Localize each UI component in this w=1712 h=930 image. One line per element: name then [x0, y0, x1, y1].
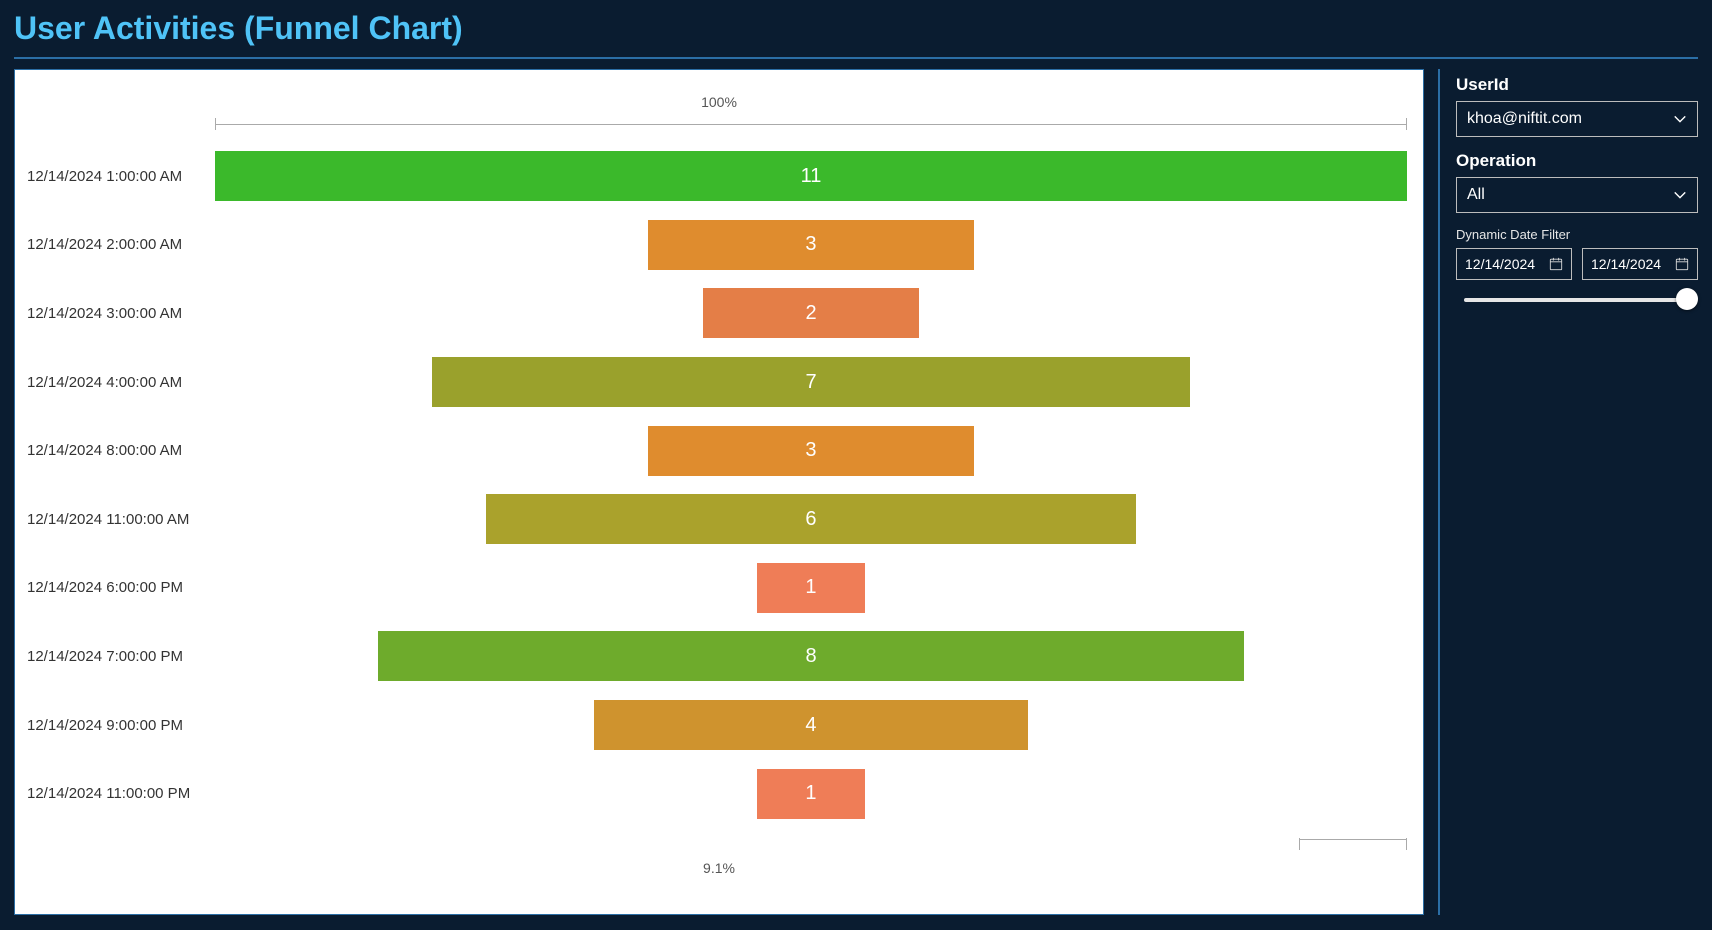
funnel-bar-value: 6 [805, 508, 816, 531]
date-range-slider[interactable] [1456, 286, 1698, 314]
funnel-row-track: 1 [215, 769, 1407, 819]
funnel-bar-value: 7 [805, 371, 816, 394]
date-to-input[interactable]: 12/14/2024 [1582, 248, 1698, 280]
funnel-row-label: 12/14/2024 8:00:00 AM [15, 442, 215, 459]
funnel-row-label: 12/14/2024 2:00:00 AM [15, 236, 215, 253]
funnel-row: 12/14/2024 2:00:00 AM 3 [15, 218, 1407, 272]
funnel-row: 12/14/2024 8:00:00 AM 3 [15, 424, 1407, 478]
page-title: User Activities (Funnel Chart) [14, 10, 1698, 57]
funnel-bar[interactable]: 6 [486, 494, 1136, 544]
funnel-bar-value: 2 [805, 302, 816, 325]
operation-label: Operation [1456, 151, 1698, 171]
funnel-bar-value: 8 [805, 645, 816, 668]
funnel-row-label: 12/14/2024 9:00:00 PM [15, 717, 215, 734]
funnel-row-track: 4 [215, 700, 1407, 750]
funnel-row-label: 12/14/2024 6:00:00 PM [15, 579, 215, 596]
funnel-row-label: 12/14/2024 4:00:00 AM [15, 374, 215, 391]
operation-value: All [1467, 186, 1485, 204]
chevron-down-icon [1673, 112, 1687, 126]
funnel-bar[interactable]: 4 [594, 700, 1027, 750]
funnel-row: 12/14/2024 11:00:00 AM 6 [15, 492, 1407, 546]
date-from-input[interactable]: 12/14/2024 [1456, 248, 1572, 280]
chart-top-percent: 100% [15, 86, 1423, 118]
funnel-row-track: 3 [215, 426, 1407, 476]
date-from-value: 12/14/2024 [1465, 256, 1535, 272]
funnel-row: 12/14/2024 6:00:00 PM 1 [15, 561, 1407, 615]
funnel-row: 12/14/2024 7:00:00 PM 8 [15, 629, 1407, 683]
title-divider [14, 57, 1698, 59]
date-to-value: 12/14/2024 [1591, 256, 1661, 272]
funnel-bar[interactable]: 7 [432, 357, 1191, 407]
funnel-row: 12/14/2024 3:00:00 AM 2 [15, 286, 1407, 340]
funnel-bar-value: 11 [801, 165, 822, 188]
userid-select[interactable]: khoa@niftit.com [1456, 101, 1698, 137]
funnel-chart-panel: 100% 12/14/2024 1:00:00 AM1112/14/2024 2… [14, 69, 1424, 915]
funnel-bar-value: 1 [805, 782, 816, 805]
funnel-row: 12/14/2024 4:00:00 AM 7 [15, 355, 1407, 409]
funnel-bar[interactable]: 1 [757, 563, 865, 613]
funnel-row-label: 12/14/2024 3:00:00 AM [15, 305, 215, 322]
funnel-row-label: 12/14/2024 7:00:00 PM [15, 648, 215, 665]
funnel-bar[interactable]: 1 [757, 769, 865, 819]
funnel-row-label: 12/14/2024 11:00:00 PM [15, 785, 215, 802]
slider-thumb[interactable] [1676, 288, 1698, 310]
funnel-body: 12/14/2024 1:00:00 AM1112/14/2024 2:00:0… [15, 138, 1423, 832]
funnel-bar[interactable]: 11 [215, 151, 1407, 201]
chart-top-bracket [215, 118, 1407, 132]
funnel-row-track: 8 [215, 631, 1407, 681]
funnel-bar-value: 3 [805, 233, 816, 256]
funnel-row-track: 7 [215, 357, 1407, 407]
funnel-bar-value: 4 [805, 714, 816, 737]
funnel-row-track: 2 [215, 288, 1407, 338]
date-filter-label: Dynamic Date Filter [1456, 227, 1698, 242]
userid-label: UserId [1456, 75, 1698, 95]
funnel-bar-value: 1 [805, 576, 816, 599]
chart-bottom-bracket [1099, 838, 1407, 852]
funnel-row: 12/14/2024 11:00:00 PM 1 [15, 767, 1407, 821]
userid-value: khoa@niftit.com [1467, 110, 1582, 128]
calendar-icon [1549, 257, 1563, 271]
operation-select[interactable]: All [1456, 177, 1698, 213]
funnel-row-track: 1 [215, 563, 1407, 613]
funnel-row-label: 12/14/2024 1:00:00 AM [15, 168, 215, 185]
funnel-row: 12/14/2024 1:00:00 AM 11 [15, 149, 1407, 203]
funnel-bar[interactable]: 2 [703, 288, 920, 338]
funnel-row: 12/14/2024 9:00:00 PM 4 [15, 698, 1407, 752]
funnel-bar[interactable]: 3 [648, 220, 973, 270]
funnel-bar[interactable]: 3 [648, 426, 973, 476]
funnel-bar[interactable]: 8 [378, 631, 1245, 681]
funnel-bar-value: 3 [805, 439, 816, 462]
funnel-row-track: 3 [215, 220, 1407, 270]
funnel-row-track: 11 [215, 151, 1407, 201]
chevron-down-icon [1673, 188, 1687, 202]
funnel-row-track: 6 [215, 494, 1407, 544]
chart-bottom-percent: 9.1% [15, 852, 1423, 884]
calendar-icon [1675, 257, 1689, 271]
filter-sidebar: UserId khoa@niftit.com Operation All Dyn… [1438, 69, 1698, 915]
funnel-row-label: 12/14/2024 11:00:00 AM [15, 511, 215, 528]
